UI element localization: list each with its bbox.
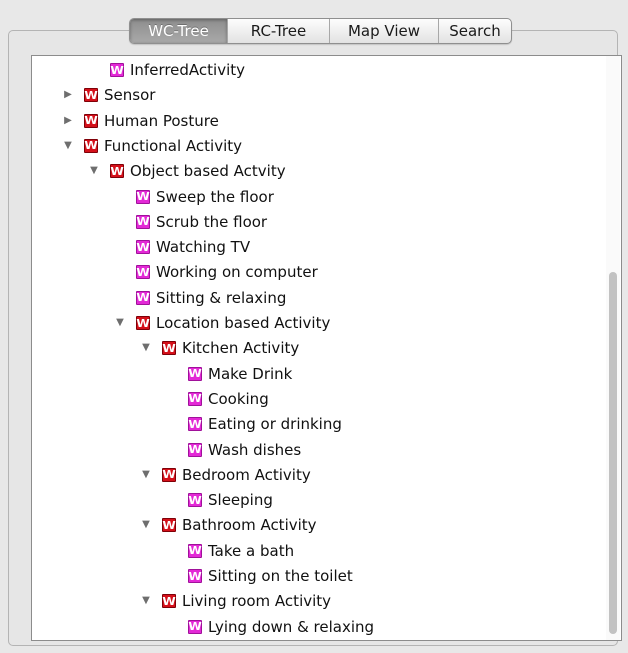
tree-node-label: Watching TV — [156, 238, 251, 257]
leaf-w-icon: W — [188, 569, 202, 583]
tab-search[interactable]: Search — [438, 19, 511, 43]
expand-down-arrow-icon[interactable]: ▼ — [114, 312, 126, 334]
folder-w-icon: W — [162, 341, 176, 356]
tree-node[interactable]: W Lying down & relaxing — [166, 616, 374, 638]
tree-node[interactable]: W Sitting & relaxing — [114, 287, 286, 309]
tree-node-label: Lying down & relaxing — [208, 617, 375, 636]
leaf-w-icon: W — [136, 265, 150, 280]
tree-node[interactable]: W Eating or drinking — [166, 413, 342, 435]
leaf-w-icon: W — [136, 240, 150, 255]
expand-down-arrow-icon[interactable]: ▼ — [140, 464, 152, 486]
tree-node[interactable]: W Cooking — [166, 388, 269, 410]
folder-w-icon: W — [84, 88, 98, 103]
folder-w-icon: W — [84, 113, 98, 128]
tree-node-label: Wash dishes — [208, 440, 302, 459]
folder-w-icon: W — [162, 594, 176, 609]
tree-node-label: Bedroom Activity — [182, 465, 311, 484]
expand-down-arrow-icon[interactable]: ▼ — [88, 160, 100, 182]
tree-node-label: Sitting on the toilet — [208, 567, 353, 585]
leaf-w-icon: W — [188, 493, 202, 508]
folder-w-icon: W — [162, 467, 176, 482]
tree-node-label: Scrub the floor — [156, 212, 268, 231]
tree-node[interactable]: W Sitting on the toilet — [166, 565, 353, 587]
tree-node-label: Working on computer — [156, 263, 318, 282]
tree-node-label: Make Drink — [208, 364, 293, 383]
folder-w-icon: W — [84, 138, 98, 153]
folder-w-icon: W — [110, 164, 124, 179]
leaf-w-icon: W — [188, 417, 202, 432]
leaf-w-icon: W — [188, 619, 202, 634]
tree-node[interactable]: ▼ W Object based Actvity — [88, 160, 286, 182]
folder-w-icon: W — [162, 518, 176, 533]
tree-node[interactable]: W Wash dishes — [166, 439, 301, 461]
tree-node[interactable]: ▼ W Functional Activity — [62, 135, 242, 157]
leaf-w-icon: W — [188, 442, 202, 457]
expand-down-arrow-icon[interactable]: ▼ — [140, 337, 152, 359]
tree-node-label: Sleeping — [208, 491, 273, 510]
tree-node-label: Take a bath — [208, 541, 295, 560]
tree-node-label: Location based Activity — [156, 314, 331, 332]
tree-node[interactable]: W InferredActivity — [88, 59, 245, 81]
tree-node[interactable]: W Sleeping — [166, 489, 273, 511]
collapse-right-arrow-icon[interactable]: ▶ — [62, 110, 74, 132]
tree-node[interactable]: W Scrub the floor — [114, 211, 267, 233]
tree-node[interactable]: ▼ W Bathroom Activity — [140, 514, 317, 536]
expand-down-arrow-icon[interactable]: ▼ — [140, 590, 152, 612]
tab-rc-tree[interactable]: RC-Tree — [227, 19, 329, 43]
vertical-scrollbar[interactable] — [606, 56, 620, 640]
leaf-w-icon: W — [136, 290, 150, 305]
scrollbar-thumb[interactable] — [609, 272, 617, 635]
tree-node[interactable]: ▶ W Sensor — [62, 84, 155, 106]
tree-node[interactable]: W Make Drink — [166, 363, 292, 385]
tree-node-label: Human Posture — [104, 111, 219, 130]
tab-map-view[interactable]: Map View — [329, 19, 438, 43]
tree-node[interactable]: ▼ W Kitchen Activity — [140, 337, 299, 359]
folder-w-icon: W — [136, 316, 150, 330]
tree-node[interactable]: W Sweep the floor — [114, 186, 274, 208]
tab-wc-tree[interactable]: WC-Tree — [130, 19, 227, 43]
expand-down-arrow-icon[interactable]: ▼ — [140, 514, 152, 536]
tree-node-label: Sensor — [104, 86, 156, 105]
expand-down-arrow-icon[interactable]: ▼ — [62, 135, 74, 157]
tree-node-label: Cooking — [208, 389, 269, 408]
tree-node[interactable]: ▼ W Location based Activity — [114, 312, 330, 334]
tree-node[interactable]: ▼ W Bedroom Activity — [140, 464, 311, 486]
leaf-w-icon: W — [188, 366, 202, 381]
tree-node-label: InferredActivity — [130, 61, 246, 79]
tree-node-label: Sitting & relaxing — [156, 288, 287, 307]
leaf-w-icon: W — [136, 214, 150, 229]
tree-node-label: Sweep the floor — [156, 187, 274, 206]
tree-node-label: Kitchen Activity — [182, 339, 300, 358]
leaf-w-icon: W — [188, 391, 202, 406]
tree-node[interactable]: ▼ W Living room Activity — [140, 590, 331, 612]
tree-node-label: Functional Activity — [104, 136, 243, 155]
tree-node-label: Bathroom Activity — [182, 516, 317, 535]
tree-view[interactable]: W InferredActivity ▶ W Sensor ▶ W Human Posture… — [31, 55, 622, 641]
tree-node[interactable]: W Take a bath — [166, 540, 294, 562]
tree-node[interactable]: ▶ W Human Posture — [62, 110, 219, 132]
tree-node[interactable]: W Working on computer — [114, 261, 318, 283]
tree-node-label: Object based Actvity — [130, 162, 286, 181]
tree-node[interactable]: W Watching TV — [114, 236, 250, 258]
collapse-right-arrow-icon[interactable]: ▶ — [62, 84, 74, 106]
leaf-w-icon: W — [136, 189, 150, 204]
view-tabbar: WC-Tree RC-Tree Map View Search — [129, 18, 512, 44]
leaf-w-icon: W — [188, 543, 202, 558]
tree-node-label: Eating or drinking — [208, 415, 342, 434]
leaf-w-icon: W — [110, 63, 124, 77]
tree-node-label: Living room Activity — [182, 592, 332, 611]
